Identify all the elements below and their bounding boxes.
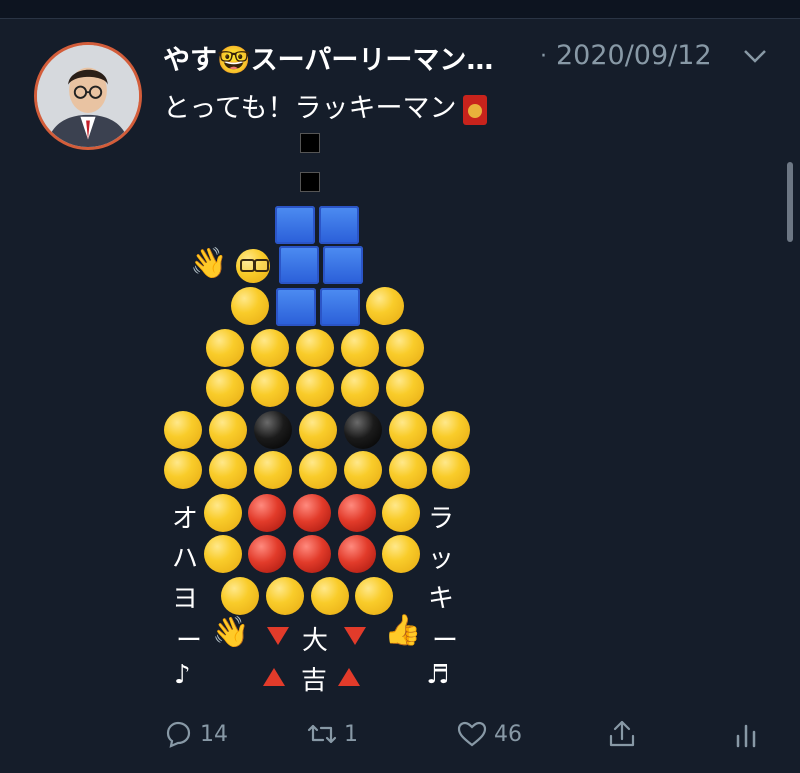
analytics-button[interactable]	[730, 712, 768, 756]
nerd-face-icon	[236, 249, 270, 283]
tweet-actions: 14 1 46	[0, 712, 800, 756]
left-text-char: ♪	[174, 660, 191, 690]
yellow-circle-icon	[254, 451, 292, 489]
yellow-circle-icon	[266, 577, 304, 615]
thumbs-up-icon: 👍	[384, 613, 422, 648]
red-triangle-up-icon	[263, 668, 285, 686]
reply-button[interactable]: 14	[162, 712, 228, 756]
yellow-circle-icon	[386, 329, 424, 367]
yellow-circle-icon	[366, 287, 404, 325]
yellow-circle-icon	[311, 577, 349, 615]
analytics-icon	[736, 724, 756, 748]
yellow-circle-icon	[341, 369, 379, 407]
red-circle-icon	[293, 535, 331, 573]
reply-count: 14	[200, 721, 228, 747]
retweet-button[interactable]: 1	[306, 712, 358, 756]
right-text-char: ♬	[426, 660, 450, 690]
red-circle-icon	[338, 535, 376, 573]
yellow-circle-icon	[231, 287, 269, 325]
yellow-circle-icon	[299, 451, 337, 489]
retweet-icon	[307, 724, 337, 744]
share-icon	[609, 720, 635, 747]
yellow-circle-icon	[382, 494, 420, 532]
blue-square-icon	[323, 246, 363, 284]
blue-square-icon	[275, 206, 315, 244]
yellow-circle-icon	[251, 329, 289, 367]
red-circle-icon	[248, 494, 286, 532]
red-triangle-down-icon	[344, 627, 366, 645]
left-text-char: ハ	[172, 544, 199, 574]
right-text-char: ラ	[428, 504, 455, 534]
red-circle-icon	[293, 494, 331, 532]
yellow-circle-icon	[341, 329, 379, 367]
yellow-circle-icon	[209, 451, 247, 489]
yellow-circle-icon	[251, 369, 289, 407]
yellow-circle-icon	[382, 535, 420, 573]
right-text-char: ッ	[428, 544, 455, 574]
yellow-circle-icon	[432, 411, 470, 449]
right-text-char: ー	[432, 626, 459, 656]
waving-hand-icon: 👋	[190, 246, 228, 281]
daikichi-char-top: 大	[302, 626, 329, 656]
blue-square-icon	[279, 246, 319, 284]
left-text-char: ー	[176, 626, 203, 656]
black-square-icon	[300, 172, 320, 192]
yellow-circle-icon	[296, 369, 334, 407]
yellow-circle-icon	[164, 411, 202, 449]
yellow-circle-icon	[206, 369, 244, 407]
waving-hand-icon: 👋	[212, 615, 250, 650]
black-circle-icon	[254, 411, 292, 449]
yellow-circle-icon	[389, 411, 427, 449]
red-triangle-down-icon	[267, 627, 289, 645]
yellow-circle-icon	[204, 494, 242, 532]
blue-square-icon	[276, 288, 316, 326]
reply-icon	[166, 721, 191, 748]
yellow-circle-icon	[209, 411, 247, 449]
black-circle-icon	[344, 411, 382, 449]
yellow-circle-icon	[386, 369, 424, 407]
yellow-circle-icon	[164, 451, 202, 489]
like-button[interactable]: 46	[456, 712, 522, 756]
blue-square-icon	[320, 288, 360, 326]
left-text-char: オ	[172, 504, 199, 534]
share-button[interactable]	[606, 712, 644, 756]
yellow-circle-icon	[221, 577, 259, 615]
left-text-char: ヨ	[172, 584, 199, 614]
yellow-circle-icon	[204, 535, 242, 573]
emoji-art: 👋 オ ハ ヨ ー ♪ ラ ッ キ ー ♬ 👋 大 👍 吉	[0, 0, 800, 773]
yellow-circle-icon	[206, 329, 244, 367]
red-circle-icon	[338, 494, 376, 532]
blue-square-icon	[319, 206, 359, 244]
yellow-circle-icon	[344, 451, 382, 489]
retweet-count: 1	[344, 721, 358, 747]
black-square-icon	[300, 133, 320, 153]
yellow-circle-icon	[389, 451, 427, 489]
yellow-circle-icon	[296, 329, 334, 367]
right-text-char: キ	[428, 584, 455, 614]
red-circle-icon	[248, 535, 286, 573]
like-count: 46	[494, 721, 522, 747]
heart-icon	[457, 721, 487, 747]
yellow-circle-icon	[432, 451, 470, 489]
yellow-circle-icon	[299, 411, 337, 449]
red-triangle-up-icon	[338, 668, 360, 686]
daikichi-char-bottom: 吉	[301, 666, 328, 696]
yellow-circle-icon	[355, 577, 393, 615]
